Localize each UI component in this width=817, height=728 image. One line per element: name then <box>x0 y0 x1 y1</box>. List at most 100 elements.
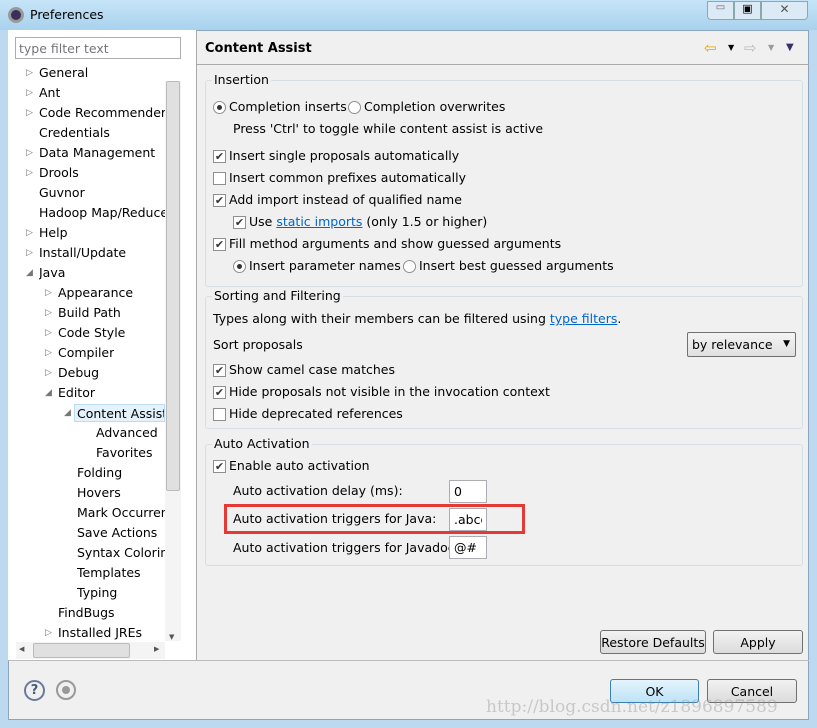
delay-input[interactable] <box>449 480 487 503</box>
scroll-down-icon[interactable]: ▼ <box>169 633 174 641</box>
back-menu-icon[interactable]: ▼ <box>728 43 734 52</box>
watermark: http://blog.csdn.net/z1896897589 <box>486 697 778 717</box>
expand-arrow-icon[interactable]: ▷ <box>26 104 33 122</box>
close-button[interactable]: ✕ <box>761 1 808 20</box>
insert-single-checkbox[interactable]: ✔ <box>213 150 226 163</box>
tree-item[interactable]: Data Management <box>39 144 155 162</box>
expand-arrow-icon[interactable]: ▷ <box>45 344 52 362</box>
tree-item[interactable]: Compiler <box>58 344 114 362</box>
expand-arrow-icon[interactable]: ▷ <box>45 304 52 322</box>
fill-args-checkbox[interactable]: ✔ <box>213 238 226 251</box>
completion-inserts-radio[interactable] <box>213 101 226 114</box>
expand-arrow-icon[interactable]: ▷ <box>26 84 33 102</box>
tree-item[interactable]: Editor <box>58 384 95 402</box>
sort-proposals-select[interactable]: by relevance ▼ <box>687 332 796 357</box>
completion-overwrites-radio[interactable] <box>348 101 361 114</box>
collapse-arrow-icon[interactable]: ◢ <box>45 384 52 402</box>
tree-item[interactable]: Folding <box>77 464 122 482</box>
completion-overwrites-label[interactable]: Completion overwrites <box>364 99 505 115</box>
scroll-thumb[interactable] <box>166 81 180 491</box>
java-triggers-input[interactable] <box>449 508 487 531</box>
expand-arrow-icon[interactable]: ▷ <box>26 244 33 262</box>
tree-item[interactable]: FindBugs <box>58 604 115 622</box>
camel-case-checkbox[interactable]: ✔ <box>213 364 226 377</box>
tree-item[interactable]: Code Style <box>58 324 125 342</box>
expand-arrow-icon[interactable]: ▷ <box>26 164 33 182</box>
minimize-button[interactable]: ▭ <box>707 1 734 20</box>
tree-item[interactable]: Debug <box>58 364 99 382</box>
tree-item[interactable]: Credentials <box>39 124 110 142</box>
title-bar: Preferences ▭ ▣ ✕ <box>0 0 817 30</box>
fill-args-label[interactable]: Fill method arguments and show guessed a… <box>229 236 561 252</box>
view-menu-icon[interactable]: ▼ <box>786 42 794 53</box>
tree-item[interactable]: Ant <box>39 84 60 102</box>
tree-item[interactable]: General <box>39 64 88 82</box>
javadoc-triggers-input[interactable] <box>449 536 487 559</box>
toggle-hint: Press 'Ctrl' to toggle while content ass… <box>233 121 544 136</box>
tree-item[interactable]: Code Recommenders <box>39 104 165 122</box>
tree-item[interactable]: Advanced <box>96 424 158 442</box>
scroll-right-icon[interactable]: ▶ <box>154 645 159 653</box>
collapse-arrow-icon[interactable]: ◢ <box>26 264 33 282</box>
filter-input[interactable] <box>15 37 181 59</box>
back-icon[interactable]: ⇦ <box>704 39 717 57</box>
static-imports-link[interactable]: static imports <box>276 214 362 229</box>
hide-deprecated-checkbox[interactable] <box>213 408 226 421</box>
add-import-checkbox[interactable]: ✔ <box>213 194 226 207</box>
type-filters-link[interactable]: type filters <box>550 311 618 326</box>
tree-horizontal-scrollbar[interactable]: ◀ ▶ <box>16 642 165 659</box>
expand-arrow-icon[interactable]: ▷ <box>26 64 33 82</box>
tree-item[interactable]: Hovers <box>77 484 121 502</box>
expand-arrow-icon[interactable]: ▷ <box>45 624 52 642</box>
hide-not-visible-checkbox[interactable]: ✔ <box>213 386 226 399</box>
forward-menu-icon[interactable]: ▼ <box>768 43 774 52</box>
insert-single-label[interactable]: Insert single proposals automatically <box>229 148 459 164</box>
expand-arrow-icon[interactable]: ▷ <box>26 224 33 242</box>
import-export-icon[interactable] <box>56 680 76 700</box>
tree-item[interactable]: Installed JREs <box>58 624 142 642</box>
insert-common-checkbox[interactable] <box>213 172 226 185</box>
tree-item[interactable]: Content Assist <box>74 404 165 422</box>
scroll-left-icon[interactable]: ◀ <box>19 645 24 653</box>
tree-item[interactable]: Syntax Coloring <box>77 544 165 562</box>
tree-item[interactable]: Install/Update <box>39 244 126 262</box>
help-icon[interactable]: ? <box>24 680 45 701</box>
tree-item[interactable]: Typing <box>77 584 117 602</box>
expand-arrow-icon[interactable]: ▷ <box>45 324 52 342</box>
tree-item[interactable]: Java <box>39 264 65 282</box>
hide-deprecated-label[interactable]: Hide deprecated references <box>229 406 403 422</box>
camel-case-label[interactable]: Show camel case matches <box>229 362 395 378</box>
hide-not-visible-label[interactable]: Hide proposals not visible in the invoca… <box>229 384 550 400</box>
expand-arrow-icon[interactable]: ▷ <box>45 284 52 302</box>
insert-param-names-label[interactable]: Insert parameter names <box>249 258 401 274</box>
enable-auto-activation-label[interactable]: Enable auto activation <box>229 458 370 474</box>
tree-vertical-scrollbar[interactable]: ▼ <box>165 81 181 641</box>
tree-item[interactable]: Favorites <box>96 444 152 462</box>
insert-param-names-radio[interactable] <box>233 260 246 273</box>
tree-item[interactable]: Drools <box>39 164 79 182</box>
expand-arrow-icon[interactable]: ▷ <box>26 144 33 162</box>
expand-arrow-icon[interactable]: ▷ <box>45 364 52 382</box>
forward-icon[interactable]: ⇨ <box>744 39 757 57</box>
insert-best-guessed-radio[interactable] <box>403 260 416 273</box>
maximize-button[interactable]: ▣ <box>734 1 761 20</box>
tree-item[interactable]: Help <box>39 224 68 242</box>
tree-item[interactable]: Save Actions <box>77 524 157 542</box>
restore-defaults-button[interactable]: Restore Defaults <box>600 630 706 654</box>
apply-button[interactable]: Apply <box>713 630 803 654</box>
use-static-imports-checkbox[interactable]: ✔ <box>233 216 246 229</box>
use-label[interactable]: Use <box>249 214 272 229</box>
tree-item[interactable]: Templates <box>77 564 141 582</box>
insert-common-label[interactable]: Insert common prefixes automatically <box>229 170 466 186</box>
tree-item[interactable]: Guvnor <box>39 184 85 202</box>
insert-best-guessed-label[interactable]: Insert best guessed arguments <box>419 258 614 274</box>
tree-item[interactable]: Appearance <box>58 284 133 302</box>
add-import-label[interactable]: Add import instead of qualified name <box>229 192 462 208</box>
tree-item[interactable]: Mark Occurrences <box>77 504 165 522</box>
completion-inserts-label[interactable]: Completion inserts <box>229 99 347 115</box>
collapse-arrow-icon[interactable]: ◢ <box>64 404 71 422</box>
tree-item[interactable]: Build Path <box>58 304 121 322</box>
enable-auto-activation-checkbox[interactable]: ✔ <box>213 460 226 473</box>
tree-item[interactable]: Hadoop Map/Reduce <box>39 204 165 222</box>
h-scroll-thumb[interactable] <box>33 643 130 658</box>
